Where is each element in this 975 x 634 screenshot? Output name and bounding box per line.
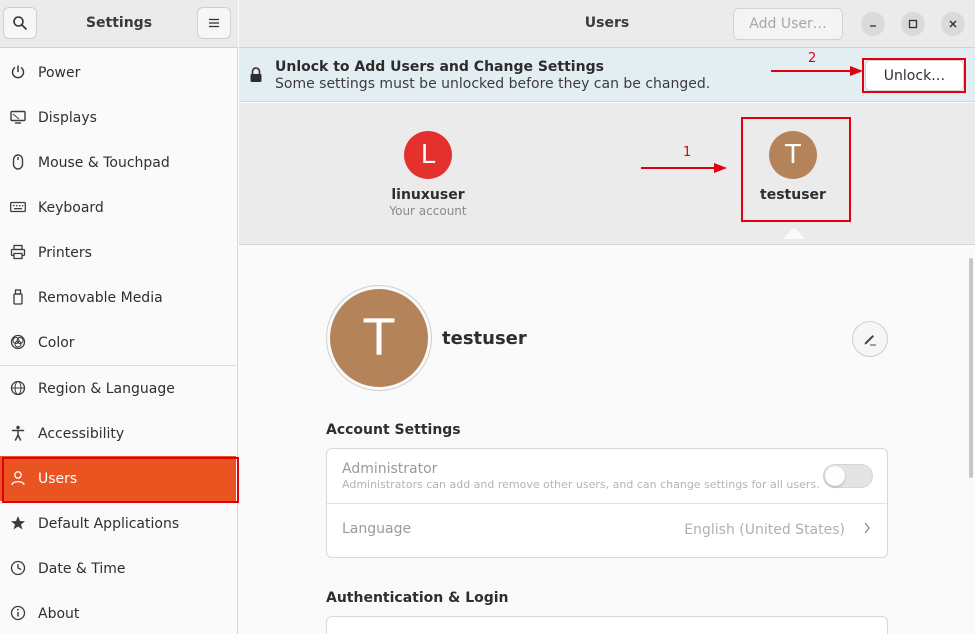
color-icon <box>9 333 27 351</box>
sidebar-item-label: About <box>38 605 80 622</box>
sidebar-item-region-language[interactable]: Region & Language <box>0 366 236 411</box>
language-value: English (United States) <box>684 522 845 538</box>
sidebar-item-keyboard[interactable]: Keyboard <box>0 185 236 230</box>
user-full-name: testuser <box>442 328 527 349</box>
user-card-testuser[interactable]: T testuser <box>743 131 843 203</box>
administrator-label: Administrator <box>342 461 438 477</box>
selection-pointer <box>783 227 805 239</box>
sidebar-title: Settings <box>85 15 153 31</box>
sidebar-item-power[interactable]: Power <box>0 50 236 95</box>
account-settings-heading: Account Settings <box>326 422 461 438</box>
annotation-number-2: 2 <box>808 51 817 66</box>
administrator-toggle[interactable] <box>823 464 873 488</box>
sidebar-item-label: Users <box>38 470 78 487</box>
sidebar-item-label: Displays <box>38 109 97 126</box>
banner-subtitle: Some settings must be unlocked before th… <box>275 76 711 92</box>
sidebar: Settings Power Displays Mouse & Touchpad… <box>0 0 238 634</box>
accessibility-icon <box>9 424 27 442</box>
sidebar-item-label: Region & Language <box>38 380 175 397</box>
unlock-button[interactable]: Unlock… <box>865 60 964 91</box>
sidebar-item-displays[interactable]: Displays <box>0 95 236 140</box>
user-icon <box>9 469 27 487</box>
minimize-icon <box>870 25 876 27</box>
avatar: T <box>769 131 817 179</box>
info-icon <box>9 604 27 622</box>
search-button[interactable] <box>3 7 37 39</box>
user-subtitle: Your account <box>389 204 467 218</box>
edit-name-button[interactable] <box>852 321 888 357</box>
user-avatar-large[interactable]: T <box>326 285 432 391</box>
avatar: T <box>330 289 428 387</box>
sidebar-item-label: Date & Time <box>38 560 126 577</box>
administrator-row: Administrator Administrators can add and… <box>327 449 887 503</box>
keyboard-icon <box>9 198 27 216</box>
hamburger-icon <box>209 18 219 28</box>
main-panel: Users Add User… Unlock to Add Users and … <box>239 0 975 634</box>
sidebar-item-users[interactable]: Users <box>0 456 236 501</box>
sidebar-item-label: Removable Media <box>38 289 163 306</box>
sidebar-item-label: Printers <box>38 244 92 261</box>
usb-icon <box>9 288 27 306</box>
add-user-button[interactable]: Add User… <box>733 8 843 40</box>
sidebar-header: Settings <box>0 0 238 48</box>
language-row[interactable]: Language English (United States) <box>327 503 887 557</box>
language-label: Language <box>342 521 412 537</box>
account-settings-panel: Administrator Administrators can add and… <box>326 448 888 558</box>
user-details: T testuser Account Settings Administrato… <box>239 246 975 634</box>
banner-title: Unlock to Add Users and Change Settings <box>275 59 604 75</box>
chevron-right-icon <box>863 521 871 539</box>
globe-icon <box>9 379 27 397</box>
mouse-icon <box>9 153 27 171</box>
pencil-icon <box>864 335 876 346</box>
close-icon <box>949 20 957 28</box>
sidebar-item-label: Power <box>38 64 81 81</box>
user-name: linuxuser <box>391 187 465 203</box>
sidebar-item-label: Color <box>38 334 75 351</box>
printer-icon <box>9 243 27 261</box>
administrator-description: Administrators can add and remove other … <box>342 478 820 491</box>
close-button[interactable] <box>941 12 965 36</box>
sidebar-item-label: Default Applications <box>38 515 180 532</box>
sidebar-list: Power Displays Mouse & Touchpad Keyboard… <box>0 50 236 634</box>
maximize-icon <box>908 19 918 29</box>
menu-button[interactable] <box>197 7 231 39</box>
sidebar-item-label: Keyboard <box>38 199 104 216</box>
sidebar-item-printers[interactable]: Printers <box>0 230 236 275</box>
sidebar-item-about[interactable]: About <box>0 591 236 634</box>
scrollbar[interactable] <box>969 258 973 478</box>
power-icon <box>9 63 27 81</box>
avatar: L <box>404 131 452 179</box>
sidebar-item-removable-media[interactable]: Removable Media <box>0 275 236 320</box>
user-list: L linuxuser Your account T testuser <box>239 103 975 245</box>
sidebar-item-label: Accessibility <box>38 425 125 442</box>
sidebar-item-color[interactable]: Color <box>0 320 236 365</box>
authentication-panel <box>326 616 888 634</box>
sidebar-item-accessibility[interactable]: Accessibility <box>0 411 236 456</box>
maximize-button[interactable] <box>901 12 925 36</box>
unlock-banner: Unlock to Add Users and Change Settings … <box>239 48 975 102</box>
display-icon <box>9 108 27 126</box>
header-bar: Users Add User… <box>239 0 975 48</box>
minimize-button[interactable] <box>861 12 885 36</box>
sidebar-item-date-time[interactable]: Date & Time <box>0 546 236 591</box>
search-icon <box>13 16 27 30</box>
lock-icon <box>249 67 263 87</box>
star-icon <box>9 514 27 532</box>
annotation-number-1: 1 <box>683 145 692 160</box>
toggle-knob <box>825 466 845 486</box>
sidebar-item-label: Mouse & Touchpad <box>38 154 170 171</box>
sidebar-item-mouse-touchpad[interactable]: Mouse & Touchpad <box>0 140 236 185</box>
sidebar-item-default-applications[interactable]: Default Applications <box>0 501 236 546</box>
user-name: testuser <box>760 187 826 203</box>
authentication-heading: Authentication & Login <box>326 590 509 606</box>
user-card-linuxuser[interactable]: L linuxuser Your account <box>378 131 478 218</box>
clock-icon <box>9 559 27 577</box>
